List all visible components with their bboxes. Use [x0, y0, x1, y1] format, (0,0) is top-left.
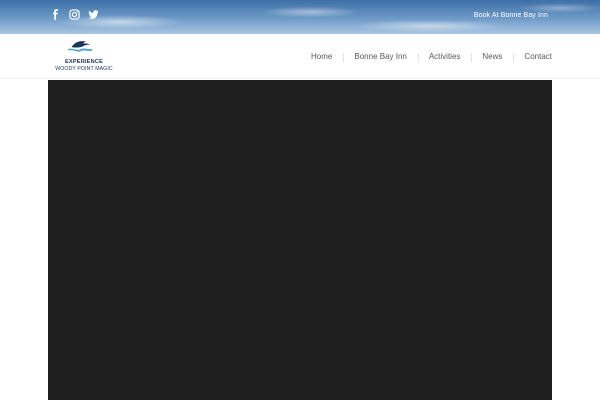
social-links: [50, 9, 99, 20]
twitter-icon[interactable]: [88, 9, 99, 20]
hero-video-player[interactable]: [48, 80, 552, 400]
logo-text-woody-point: WOODY POINT MAGIC: [55, 66, 113, 72]
book-at-inn-link[interactable]: Book At Bonne Bay Inn: [474, 12, 548, 19]
nav-item-home[interactable]: Home: [300, 52, 343, 61]
site-logo[interactable]: EXPERIENCE WOODY POINT MAGIC: [48, 38, 120, 76]
logo-text-experience: EXPERIENCE: [64, 59, 104, 65]
nav-item-activities[interactable]: Activities: [417, 52, 472, 62]
main-nav: Home Bonne Bay Inn Activities News Conta…: [300, 52, 552, 62]
facebook-icon[interactable]: [50, 9, 61, 20]
nav-item-contact[interactable]: Contact: [513, 52, 552, 62]
site-header: EXPERIENCE WOODY POINT MAGIC Home Bonne …: [0, 34, 600, 79]
dolphin-logo-icon: [68, 41, 92, 52]
instagram-icon[interactable]: [69, 9, 80, 20]
top-bar: Book At Bonne Bay Inn: [0, 0, 600, 34]
nav-item-news[interactable]: News: [471, 52, 513, 62]
nav-item-bonne-bay-inn[interactable]: Bonne Bay Inn: [343, 52, 417, 62]
